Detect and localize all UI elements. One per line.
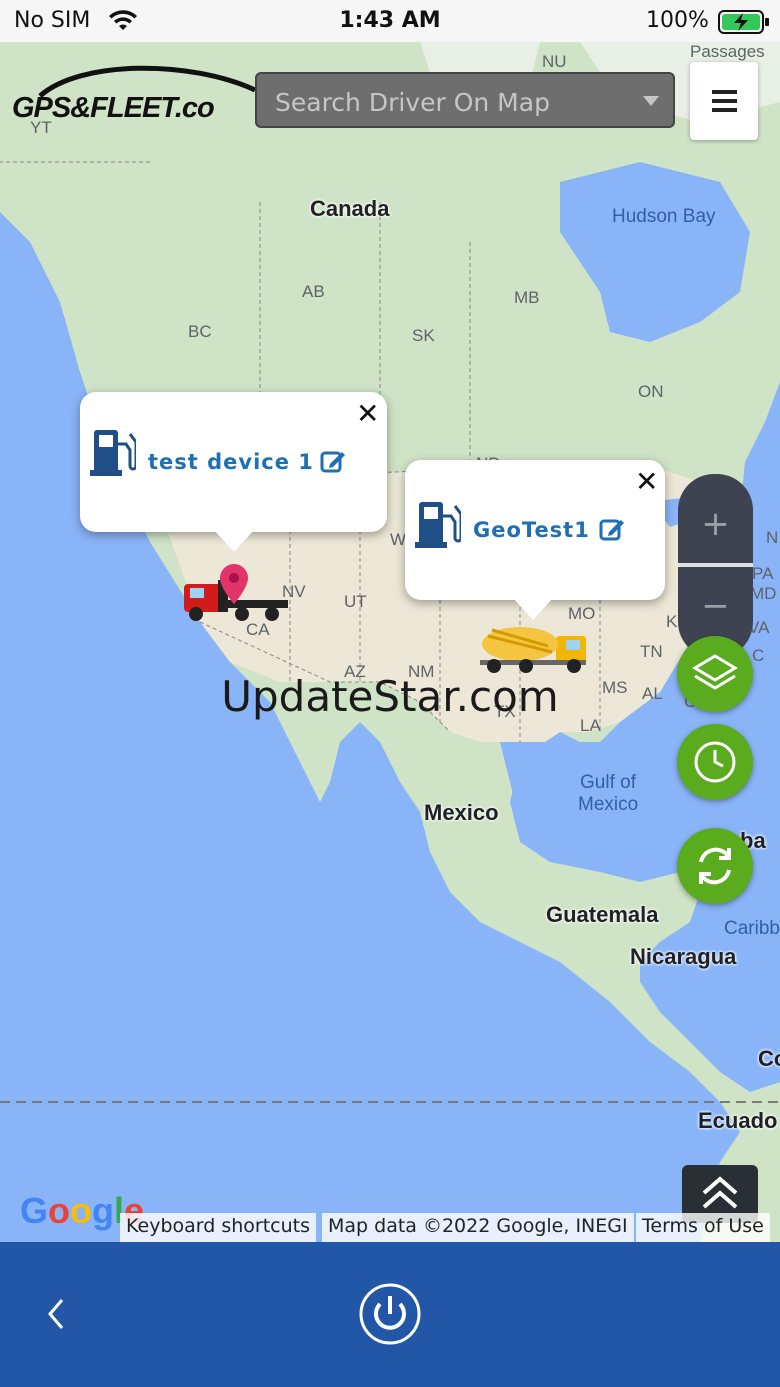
zoom-in-button[interactable]: +	[678, 504, 753, 544]
popup-device-title: test device 1	[148, 450, 314, 474]
region-label: UT	[344, 592, 367, 611]
app-logo: GPS&FLEET.co	[10, 50, 260, 130]
region-label: C	[752, 646, 765, 665]
zoom-divider	[678, 563, 753, 567]
bottom-navigation-bar	[0, 1242, 780, 1387]
water-label: Caribb	[724, 918, 780, 939]
cement-truck-icon[interactable]	[476, 622, 594, 674]
country-label: Nicaragua	[630, 944, 737, 969]
popup-device-title: GeoTest1	[473, 518, 590, 542]
country-label: Co	[758, 1046, 780, 1071]
device-info-popup[interactable]: test device 1 ✕	[80, 392, 387, 552]
country-label: Guatemala	[546, 902, 659, 927]
popup-tail	[214, 530, 254, 552]
hamburger-line	[712, 108, 737, 112]
clock-icon	[694, 741, 736, 783]
region-label: MD	[750, 584, 777, 603]
region-label: MO	[568, 604, 596, 623]
fuel-pump-icon	[90, 430, 136, 476]
region-label: N	[766, 528, 779, 547]
region-label: MB	[514, 288, 540, 307]
region-label: NU	[542, 52, 567, 71]
refresh-icon	[699, 847, 731, 885]
region-label: BC	[188, 322, 212, 341]
region-label: SK	[412, 326, 435, 345]
map-data-attribution: Map data ©2022 Google, INEGI	[322, 1213, 634, 1242]
device-info-popup[interactable]: GeoTest1 ✕	[405, 460, 665, 620]
region-label: TN	[640, 642, 663, 661]
water-label: Gulf of	[580, 772, 636, 793]
zoom-control: + −	[678, 474, 753, 658]
semi-truck-icon[interactable]	[182, 562, 292, 624]
region-label: ON	[638, 382, 664, 401]
country-label: Mexico	[424, 800, 499, 825]
history-button[interactable]	[677, 724, 753, 800]
menu-button[interactable]	[690, 62, 758, 140]
region-label: PA	[752, 564, 774, 583]
chevron-left-icon[interactable]	[38, 1294, 74, 1334]
map-view[interactable]: NU Passages YT Canada Hudson Bay AB MB B…	[0, 42, 780, 1242]
region-label: Passages	[690, 42, 765, 61]
watermark: UpdateStar.com	[221, 672, 559, 721]
edit-icon[interactable]	[599, 516, 625, 542]
country-label: Canada	[310, 196, 390, 221]
terms-of-use-link[interactable]: Terms of Use	[636, 1213, 770, 1242]
status-bar: No SIM 1:43 AM 100%	[0, 0, 780, 42]
battery-percent: 100%	[646, 8, 709, 33]
keyboard-shortcuts-link[interactable]: Keyboard shortcuts	[120, 1213, 317, 1242]
battery-charging-icon	[718, 10, 769, 34]
country-label: Ecuado	[698, 1108, 778, 1133]
fuel-pump-icon	[415, 502, 461, 548]
driver-search-dropdown[interactable]: Search Driver On Map	[255, 72, 675, 128]
close-icon[interactable]: ✕	[356, 400, 379, 428]
hamburger-menu-icon	[712, 90, 737, 94]
power-icon[interactable]	[358, 1282, 422, 1346]
close-icon[interactable]: ✕	[635, 468, 658, 496]
edit-icon[interactable]	[320, 448, 346, 474]
region-label: AB	[302, 282, 325, 301]
hamburger-line	[712, 99, 737, 103]
zoom-out-button[interactable]: −	[678, 586, 753, 626]
water-label: Hudson Bay	[612, 206, 716, 227]
region-label: W	[390, 530, 407, 549]
popup-tail	[513, 598, 553, 620]
water-label: Mexico	[578, 794, 639, 815]
search-placeholder: Search Driver On Map	[275, 88, 550, 117]
logo-text: GPS&FLEET.co	[12, 92, 215, 124]
refresh-button[interactable]	[677, 828, 753, 904]
chevron-down-icon	[643, 96, 659, 106]
